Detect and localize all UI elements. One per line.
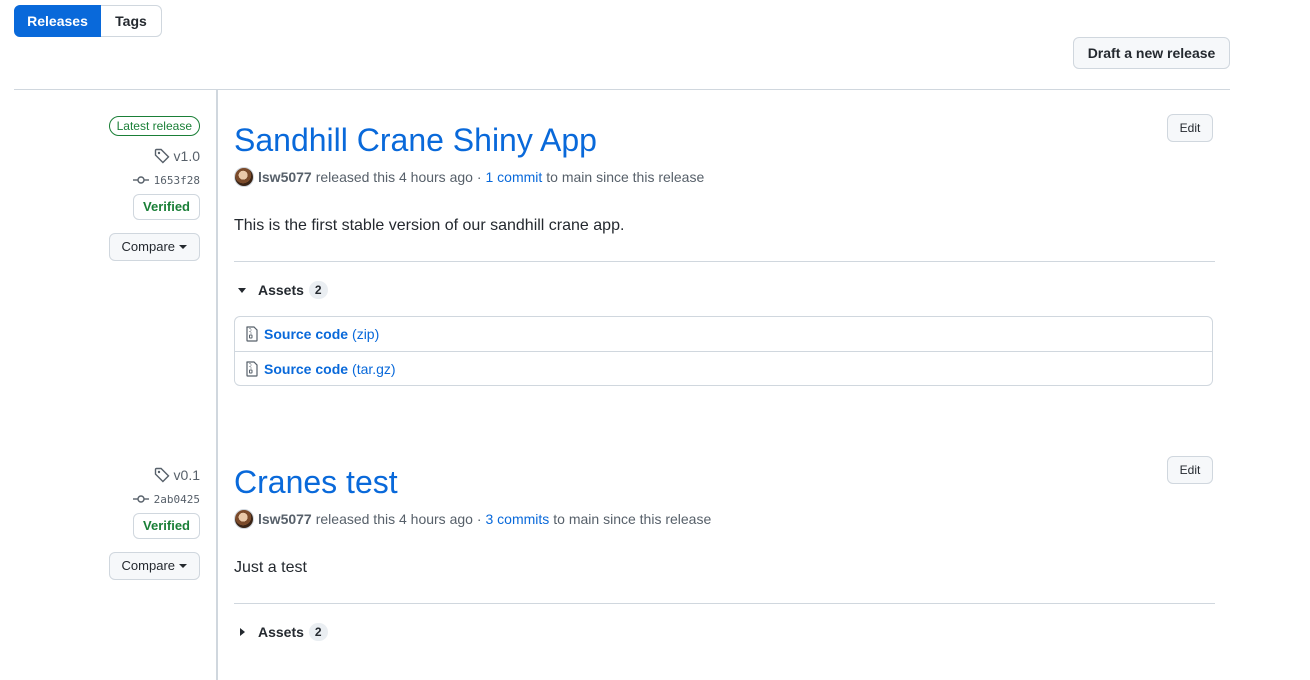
- timeline-line: [216, 90, 218, 680]
- draft-new-release-button[interactable]: Draft a new release: [1073, 37, 1230, 69]
- git-commit-icon: [132, 176, 149, 184]
- assets-divider: [234, 603, 1215, 604]
- top-divider: [14, 89, 1230, 90]
- release-meta: lsw5077 released this 4 hours ago · 3 co…: [234, 508, 1215, 530]
- asset-row[interactable]: Source code (tar.gz): [235, 351, 1212, 385]
- release-tag-label: v0.1: [173, 467, 200, 483]
- asset-ext[interactable]: (tar.gz): [352, 361, 396, 377]
- release-commit-link[interactable]: 1653f28: [132, 170, 200, 190]
- tag-icon: [154, 467, 170, 483]
- file-zip-icon: [246, 326, 258, 342]
- assets-label: Assets: [258, 282, 304, 298]
- release-description: This is the first stable version of our …: [234, 217, 625, 234]
- since-release-text: to main since this release: [546, 169, 705, 185]
- releases-tags-tabs: Releases Tags: [14, 5, 162, 37]
- release-sidebar: Latest release v1.0 1653f28 Verified Com…: [80, 116, 200, 261]
- chevron-down-icon: [179, 564, 187, 568]
- release-description: Just a test: [234, 559, 307, 576]
- release-tag-label: v1.0: [173, 148, 200, 164]
- tag-icon: [154, 148, 170, 164]
- avatar[interactable]: [234, 509, 254, 529]
- file-zip-icon: [246, 360, 258, 377]
- release-commit-link[interactable]: 2ab0425: [132, 489, 200, 509]
- release-title-link[interactable]: Sandhill Crane Shiny App: [234, 120, 1215, 160]
- verified-badge[interactable]: Verified: [133, 194, 200, 220]
- release-tag-link[interactable]: v1.0: [154, 146, 200, 166]
- release-commit-sha: 1653f28: [153, 173, 200, 187]
- release-card: Edit Sandhill Crane Shiny App lsw5077 re…: [234, 114, 1215, 386]
- avatar[interactable]: [234, 167, 254, 187]
- tab-releases[interactable]: Releases: [14, 5, 101, 37]
- asset-name[interactable]: Source code: [264, 361, 348, 377]
- release-commit-sha: 2ab0425: [153, 492, 200, 506]
- author-link[interactable]: lsw5077: [258, 169, 312, 185]
- compare-button[interactable]: Compare: [108, 233, 200, 261]
- verified-badge[interactable]: Verified: [133, 513, 200, 539]
- release-tag-link[interactable]: v0.1: [154, 465, 200, 485]
- asset-list: Source code (zip) Source code (tar.gz): [234, 316, 1213, 386]
- released-text: released this 4 hours ago ·: [315, 169, 482, 185]
- author-link[interactable]: lsw5077: [258, 511, 312, 527]
- compare-label: Compare: [121, 558, 175, 573]
- triangle-down-icon: [238, 287, 246, 293]
- commits-since-link[interactable]: 3 commits: [485, 511, 549, 527]
- release-sidebar: v0.1 2ab0425 Verified Compare: [80, 465, 200, 580]
- commits-since-link[interactable]: 1 commit: [485, 169, 542, 185]
- tab-tags[interactable]: Tags: [101, 5, 162, 37]
- release-title-link[interactable]: Cranes test: [234, 462, 1215, 502]
- compare-button[interactable]: Compare: [108, 552, 200, 580]
- triangle-right-icon: [240, 628, 245, 636]
- assets-divider: [234, 261, 1215, 262]
- release-meta: lsw5077 released this 4 hours ago · 1 co…: [234, 166, 1215, 188]
- released-text: released this 4 hours ago ·: [315, 511, 482, 527]
- assets-label: Assets: [258, 624, 304, 640]
- chevron-down-icon: [179, 245, 187, 249]
- assets-toggle[interactable]: Assets 2: [234, 621, 1215, 643]
- asset-name[interactable]: Source code: [264, 326, 348, 342]
- since-release-text: to main since this release: [553, 511, 712, 527]
- asset-ext[interactable]: (zip): [352, 326, 379, 342]
- latest-release-badge: Latest release: [108, 116, 200, 136]
- edit-release-button[interactable]: Edit: [1167, 456, 1213, 484]
- git-commit-icon: [132, 495, 149, 503]
- edit-release-button[interactable]: Edit: [1167, 114, 1213, 142]
- release-card: Edit Cranes test lsw5077 released this 4…: [234, 456, 1215, 643]
- assets-count-badge: 2: [308, 623, 328, 641]
- compare-label: Compare: [121, 239, 175, 254]
- assets-count-badge: 2: [308, 281, 328, 299]
- asset-row[interactable]: Source code (zip): [235, 317, 1212, 351]
- assets-toggle[interactable]: Assets 2: [234, 279, 1215, 301]
